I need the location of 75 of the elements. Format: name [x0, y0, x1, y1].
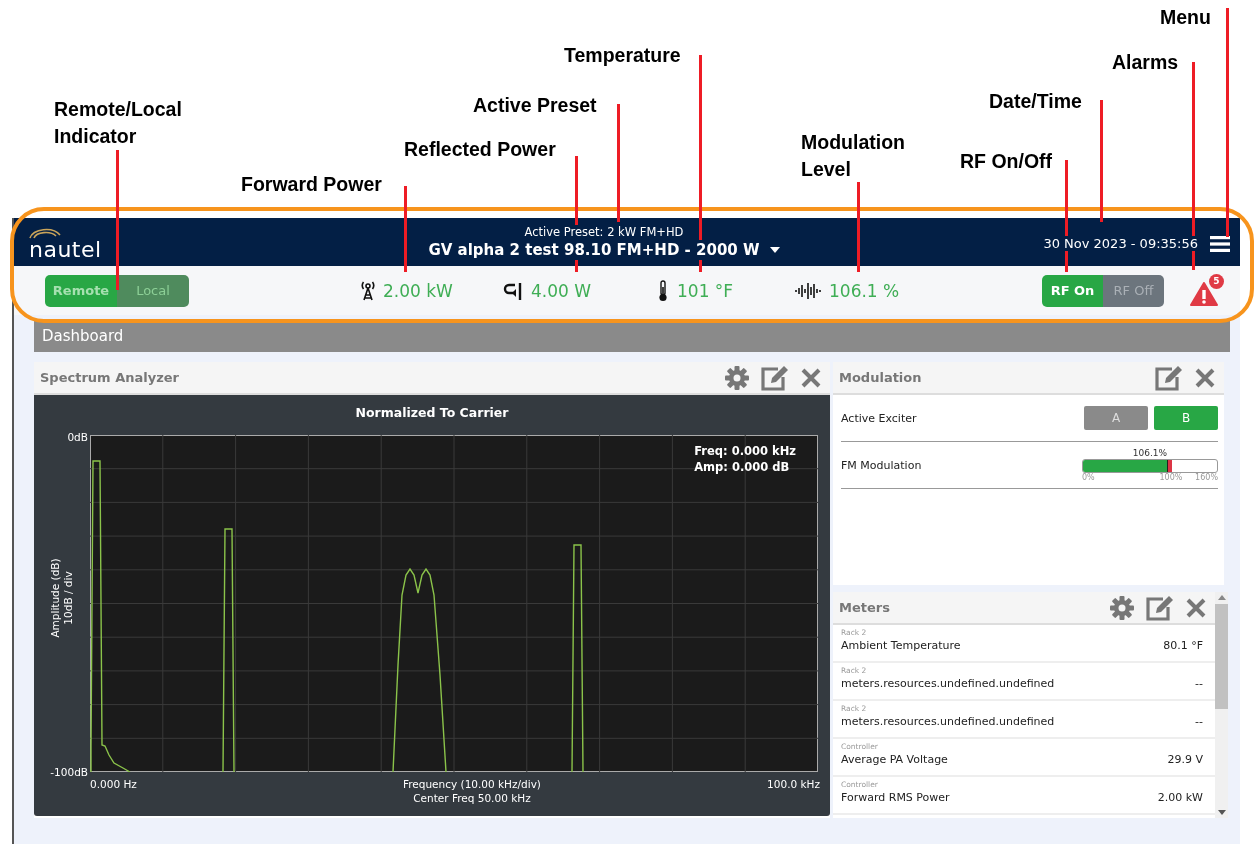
close-icon[interactable]: [1194, 366, 1216, 389]
mode-option[interactable]: Remote: [45, 274, 117, 307]
axis-tick-label: 0.000 Hz: [90, 777, 137, 791]
exciter-option[interactable]: A: [1084, 406, 1148, 430]
callout-label: Active Preset: [473, 93, 597, 118]
rf-option[interactable]: RF On: [1042, 274, 1103, 307]
meter-reading: 106.1%: [1131, 447, 1169, 459]
cursor-readout: Freq: 0.000 kHz: [694, 443, 796, 459]
panel-title: Spectrum Analyzer: [40, 370, 179, 385]
meter-value: 29.9 V: [1167, 752, 1203, 768]
edit-icon[interactable]: [1154, 364, 1184, 391]
meter-value: 2.00 kW: [1157, 790, 1203, 806]
axis-tick-label: 0dB: [67, 431, 89, 443]
callout-label: Temperature: [564, 43, 681, 68]
scrollbar-thumb[interactable]: [1215, 604, 1228, 709]
edit-icon[interactable]: [1145, 594, 1175, 621]
caret-icon: [769, 246, 780, 253]
callout-label: RF On/Off: [960, 149, 1053, 174]
settings-icon[interactable]: [724, 364, 750, 391]
callout-label: Remote/Local Indicator: [54, 97, 183, 149]
reading-value: 106.1 %: [829, 280, 900, 301]
thermometer-icon: [657, 279, 669, 302]
alarm-count-badge: 5: [1209, 273, 1224, 289]
meter-name: Average PA Voltage: [841, 752, 948, 768]
callout-label: Reflected Power: [404, 137, 556, 162]
exciter-option[interactable]: B: [1154, 406, 1218, 430]
return-arrow-icon: [503, 280, 523, 301]
panel-title: Modulation: [839, 370, 922, 385]
antenna-tower-icon: [361, 280, 375, 301]
rf-option[interactable]: RF Off: [1103, 274, 1164, 307]
meter-name: Ambient Temperature: [841, 638, 961, 654]
cursor-readout: Amp: 0.000 dB: [694, 459, 791, 475]
scrollbar[interactable]: [1215, 592, 1228, 818]
reading-value: 101 °F: [677, 280, 734, 301]
date-time: 30 Nov 2023 - 09:35:56: [1043, 236, 1198, 251]
meter-name: meters.resources.undefined.undefined: [841, 714, 1055, 730]
panel-title: Meters: [839, 600, 890, 615]
edit-icon[interactable]: [760, 364, 790, 391]
axis-label: Frequency (10.00 kHz/div): [402, 777, 541, 791]
meter-value: --: [1195, 714, 1203, 730]
chart-title: Normalized To Carrier: [354, 404, 510, 422]
mode-option[interactable]: Local: [117, 274, 189, 307]
field-label: Active Exciter: [841, 411, 917, 425]
close-icon[interactable]: [1185, 596, 1207, 619]
callout-label: Date/Time: [989, 89, 1082, 114]
axis-tick-label: -100dB: [50, 766, 89, 778]
callout-label: Modulation Level: [801, 130, 906, 182]
meter-value: 80.1 °F: [1163, 638, 1203, 654]
preset-dropdown[interactable]: GV alpha 2 test 98.10 FM+HD - 2000 W: [428, 239, 780, 260]
scroll-down-icon: [1217, 810, 1226, 815]
meter-name: Forward RMS Power: [841, 790, 950, 806]
field-label: FM Modulation: [841, 458, 922, 472]
callout-label: Alarms: [1112, 50, 1179, 75]
reading-value: 2.00 kW: [383, 280, 453, 301]
settings-icon[interactable]: [1109, 594, 1135, 621]
meter-name: meters.resources.undefined.undefined: [841, 676, 1055, 692]
scale-label: 160%: [1195, 472, 1218, 483]
scroll-up-icon: [1217, 595, 1226, 600]
logo: nautel: [29, 239, 102, 261]
dashboard-title-bar: Dashboard: [34, 321, 1230, 352]
close-icon[interactable]: [800, 366, 822, 389]
callout-label: Forward Power: [241, 172, 382, 197]
scale-label: 0%: [1082, 472, 1095, 483]
axis-label: 10dB / div: [62, 571, 75, 625]
active-preset-caption: Active Preset: 2 kW FM+HD: [524, 224, 684, 240]
callout-label: Menu: [1160, 5, 1211, 30]
axis-tick-label: 100.0 kHz: [767, 777, 820, 791]
axis-label: Amplitude (dB): [49, 558, 62, 638]
scale-label: 100%: [1159, 472, 1183, 483]
menu-icon[interactable]: [1210, 234, 1230, 253]
axis-label: Center Freq 50.00 kHz: [412, 791, 532, 805]
waveform-icon: [795, 280, 821, 301]
meter-value: --: [1195, 676, 1203, 692]
signal-arcs-icon: [28, 227, 62, 239]
reading-value: 4.00 W: [531, 280, 592, 301]
